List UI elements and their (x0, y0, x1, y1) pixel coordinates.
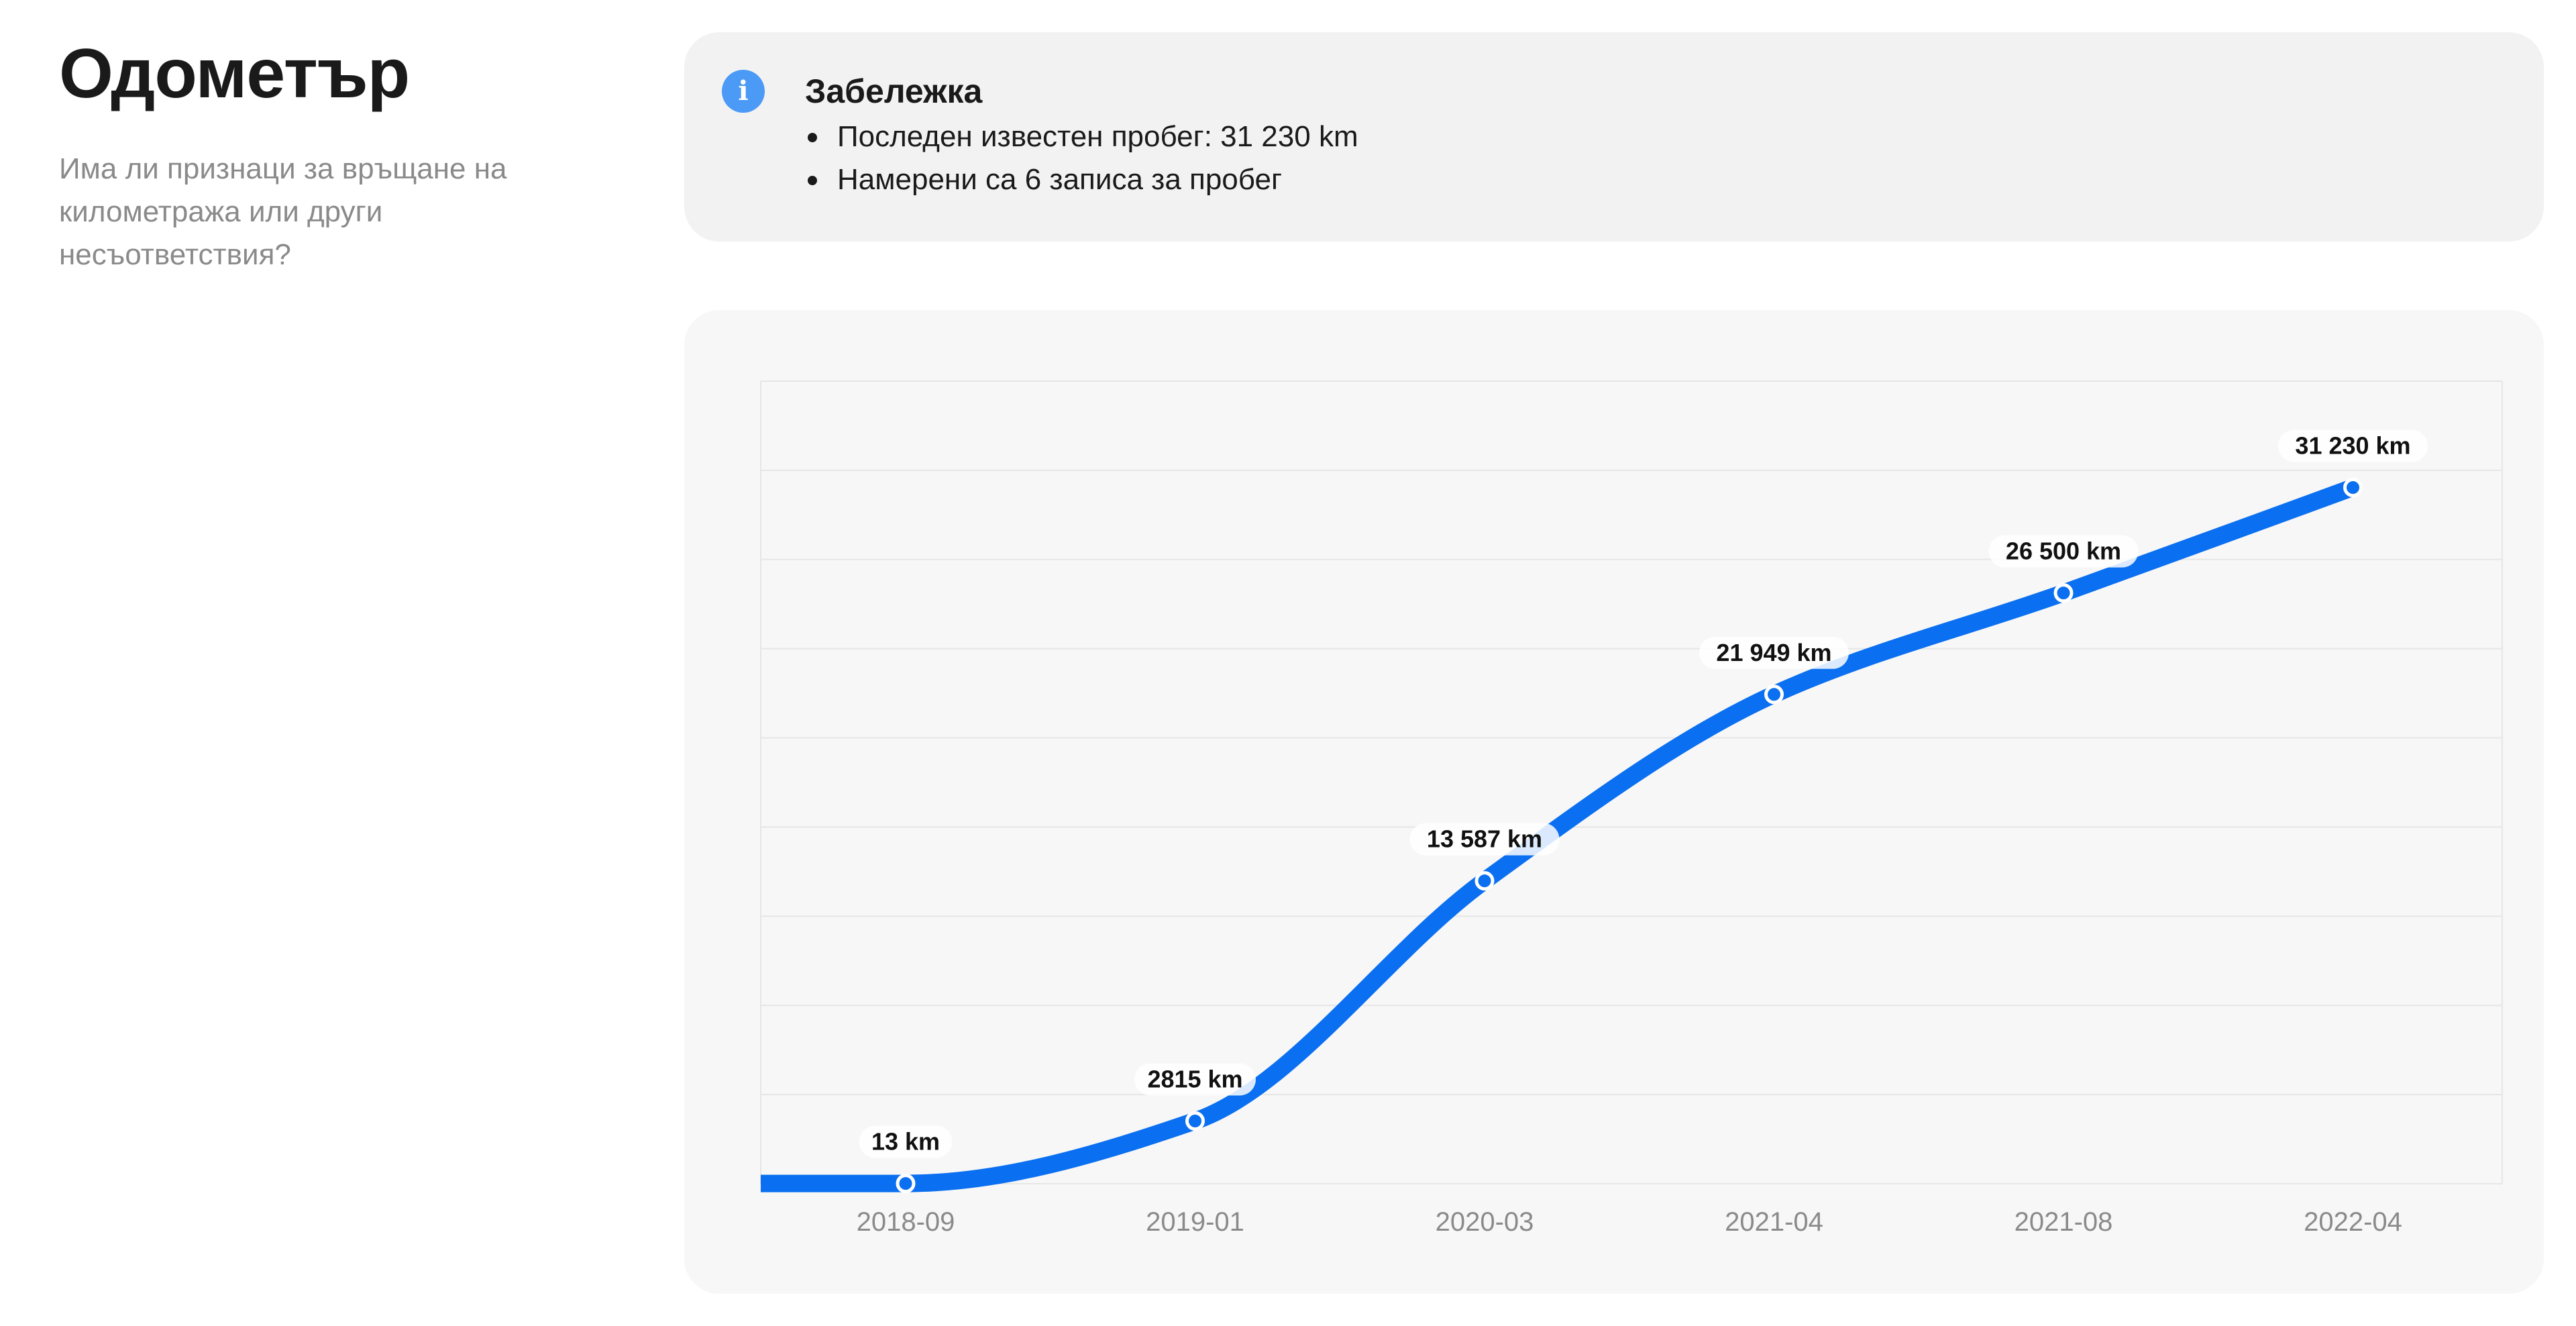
data-point (1764, 684, 1784, 705)
data-label: 13 km (871, 1128, 940, 1156)
odometer-chart: 2018-09 2019-01 2020-03 2021-04 2021-08 2022-… (684, 310, 2544, 1294)
data-label: 2815 km (1147, 1065, 1242, 1092)
x-tick-label: 2022-04 (2304, 1207, 2402, 1237)
data-label: 13 587 km (1427, 825, 1542, 853)
note-item-records-count: Намерени са 6 записа за пробег (805, 158, 1358, 201)
page-subtitle: Има ли признаци за връщане на километраж… (59, 152, 507, 271)
data-point (1185, 1111, 1205, 1131)
data-label: 26 500 km (2006, 538, 2121, 565)
note-title: Забележка (805, 72, 983, 110)
x-tick-label: 2020-03 (1436, 1207, 1534, 1237)
header: Одометър Има ли признаци за връщане на к… (59, 34, 623, 276)
data-point (2053, 583, 2074, 603)
note-panel: i Забележка Последен известен пробег: 31… (684, 32, 2544, 242)
x-tick-label: 2018-09 (857, 1207, 955, 1237)
data-point (2343, 477, 2363, 497)
x-tick-label: 2021-08 (2015, 1207, 2113, 1237)
data-point (896, 1174, 916, 1194)
x-tick-label: 2019-01 (1146, 1207, 1244, 1237)
note-list: Последен известен пробег: 31 230 km Наме… (805, 115, 1358, 201)
data-point (1474, 871, 1495, 891)
note-item-last-mileage: Последен известен пробег: 31 230 km (805, 115, 1358, 158)
x-tick-label: 2021-04 (1725, 1207, 1823, 1237)
odometer-chart-svg: 2018-09 2019-01 2020-03 2021-04 2021-08 2022-… (760, 380, 2503, 1237)
data-label: 31 230 km (2295, 431, 2410, 459)
data-label: 21 949 km (1716, 639, 1831, 666)
info-icon: i (722, 70, 765, 113)
page-title: Одометър (59, 35, 410, 113)
